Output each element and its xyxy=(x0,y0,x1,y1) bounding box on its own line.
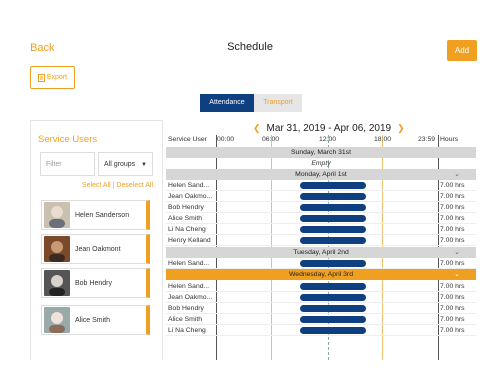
attendance-bar[interactable] xyxy=(300,182,366,189)
document-icon xyxy=(37,73,45,82)
attendance-bar[interactable] xyxy=(300,204,366,211)
row-hours: 7.00 hrs xyxy=(440,260,465,267)
row-hours: 7.00 hrs xyxy=(440,294,465,301)
row-name: Bob Hendry xyxy=(168,305,204,312)
row-hours: 7.00 hrs xyxy=(440,305,465,312)
day-header[interactable]: Monday, April 1st ⌄ xyxy=(166,169,476,180)
attendance-bar[interactable] xyxy=(300,316,366,323)
user-name: Jean Oakmont xyxy=(75,245,121,253)
caret-down-icon: ▼ xyxy=(141,162,147,168)
row-name: Li Na Cheng xyxy=(168,327,206,334)
user-card[interactable]: Helen Sanderson xyxy=(41,200,150,230)
attendance-bar[interactable] xyxy=(300,215,366,222)
table-row: Henry Kelland 7.00 hrs xyxy=(166,235,476,246)
day-header[interactable]: Tuesday, April 2nd ⌄ xyxy=(166,247,476,258)
row-name: Alice Smith xyxy=(168,215,202,222)
column-time-1: 06:00 xyxy=(262,136,280,143)
user-card[interactable]: Bob Hendry xyxy=(41,268,150,298)
avatar xyxy=(44,236,70,262)
add-button[interactable]: Add xyxy=(447,40,477,61)
day-label: Wednesday, April 3rd xyxy=(289,271,353,278)
column-service-user: Service User xyxy=(168,136,207,143)
table-row: Alice Smith 7.00 hrs xyxy=(166,213,476,224)
page-title: Schedule xyxy=(227,41,273,53)
table-row: Helen Sand... 7.00 hrs xyxy=(166,281,476,292)
row-hours: 7.00 hrs xyxy=(440,193,465,200)
user-name: Helen Sanderson xyxy=(75,211,130,219)
row-hours: 7.00 hrs xyxy=(440,237,465,244)
avatar xyxy=(44,270,70,296)
tab-attendance[interactable]: Attendance xyxy=(200,94,254,112)
row-hours: 7.00 hrs xyxy=(440,204,465,211)
row-hours: 7.00 hrs xyxy=(440,215,465,222)
row-name: Henry Kelland xyxy=(168,237,211,244)
group-select-value: All groups xyxy=(104,161,136,168)
attendance-bar[interactable] xyxy=(300,305,366,312)
row-name: Helen Sand... xyxy=(168,182,210,189)
attendance-bar[interactable] xyxy=(300,294,366,301)
schedule-grid: Service User 00:00 06:00 12:00 18:00 23:… xyxy=(166,135,476,360)
tab-transport[interactable]: Transport xyxy=(254,94,302,112)
date-range-nav: ❮ Mar 31, 2019 - Apr 06, 2019 ❯ xyxy=(253,123,405,134)
schedule-header: Service User 00:00 06:00 12:00 18:00 23:… xyxy=(166,135,476,146)
day-header[interactable]: Wednesday, April 3rd ⌄ xyxy=(166,269,476,280)
day-label: Monday, April 1st xyxy=(295,171,347,178)
column-time-3: 18:00 xyxy=(374,136,392,143)
empty-label: Empty xyxy=(311,160,331,167)
table-row: Alice Smith 7.00 hrs xyxy=(166,314,476,325)
row-hours: 7.00 hrs xyxy=(440,226,465,233)
row-name: Jean Oakmo... xyxy=(168,294,213,301)
user-name: Bob Hendry xyxy=(75,279,112,287)
row-name: Helen Sand... xyxy=(168,283,210,290)
chevron-down-icon[interactable]: ⌄ xyxy=(454,169,460,180)
filter-input[interactable]: Filter xyxy=(40,152,95,176)
chevron-down-icon[interactable]: ⌄ xyxy=(454,269,460,280)
service-users-title: Service Users xyxy=(38,134,98,145)
row-hours: 7.00 hrs xyxy=(440,316,465,323)
user-name: Alice Smith xyxy=(75,316,111,324)
table-row: Bob Hendry 7.00 hrs xyxy=(166,202,476,213)
day-header[interactable]: Sunday, March 31st xyxy=(166,147,476,158)
attendance-bar[interactable] xyxy=(300,327,366,334)
row-name: Li Na Cheng xyxy=(168,226,206,233)
attendance-bar[interactable] xyxy=(300,237,366,244)
table-row: Li Na Cheng 7.00 hrs xyxy=(166,325,476,336)
attendance-bar[interactable] xyxy=(300,283,366,290)
date-range-label: Mar 31, 2019 - Apr 06, 2019 xyxy=(266,123,392,134)
user-card[interactable]: Alice Smith xyxy=(41,305,150,335)
row-hours: 7.00 hrs xyxy=(440,327,465,334)
avatar xyxy=(44,202,70,228)
column-time-0: 00:00 xyxy=(217,136,235,143)
row-name: Alice Smith xyxy=(168,316,202,323)
export-button[interactable]: Export xyxy=(30,66,75,89)
row-name: Helen Sand... xyxy=(168,260,210,267)
chevron-left-icon[interactable]: ❮ xyxy=(253,123,261,134)
column-time-2: 12:00 xyxy=(319,136,337,143)
select-all-links[interactable]: Select All | Deselect All xyxy=(40,182,153,189)
column-time-4: 23:59 xyxy=(418,136,436,143)
user-card[interactable]: Jean Oakmont xyxy=(41,234,150,264)
table-row: Jean Oakmo... 7.00 hrs xyxy=(166,292,476,303)
day-label: Sunday, March 31st xyxy=(291,149,351,156)
attendance-bar[interactable] xyxy=(300,226,366,233)
table-row: Bob Hendry 7.00 hrs xyxy=(166,303,476,314)
row-name: Jean Oakmo... xyxy=(168,193,213,200)
row-name: Bob Hendry xyxy=(168,204,204,211)
chevron-right-icon[interactable]: ❯ xyxy=(397,123,405,134)
row-hours: 7.00 hrs xyxy=(440,283,465,290)
group-select[interactable]: All groups ▼ xyxy=(98,152,153,176)
table-row: Jean Oakmo... 7.00 hrs xyxy=(166,191,476,202)
column-hours: Hours xyxy=(440,136,459,143)
day-label: Tuesday, April 2nd xyxy=(293,249,349,256)
table-row: Helen Sand... 7.00 hrs xyxy=(166,180,476,191)
row-hours: 7.00 hrs xyxy=(440,182,465,189)
chevron-down-icon[interactable]: ⌄ xyxy=(454,247,460,258)
table-row: Helen Sand... 7.00 hrs xyxy=(166,258,476,269)
avatar xyxy=(44,307,70,333)
export-label: Export xyxy=(46,74,68,81)
view-tabs: Attendance Transport xyxy=(200,94,302,112)
attendance-bar[interactable] xyxy=(300,193,366,200)
attendance-bar[interactable] xyxy=(300,260,366,267)
table-row: Li Na Cheng 7.00 hrs xyxy=(166,224,476,235)
